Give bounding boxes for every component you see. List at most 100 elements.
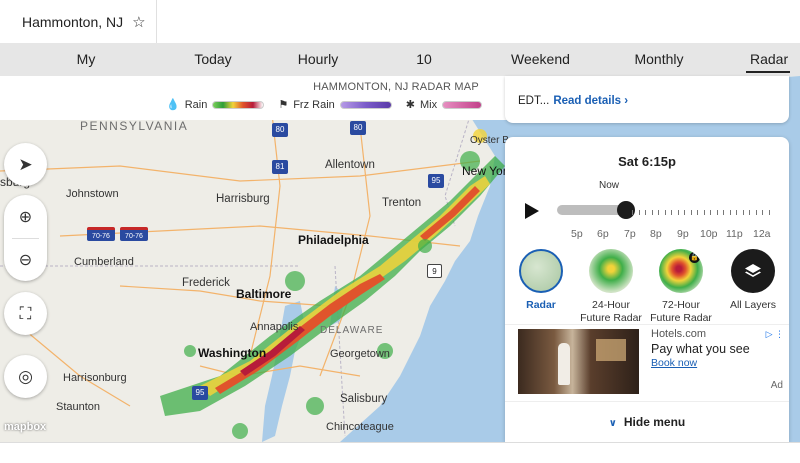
timeline-tick [671,210,672,215]
map-label-city: Frederick [182,277,230,289]
navigation-arrow-icon: ➤ [18,154,33,174]
timeline-tick [645,210,646,215]
hour-label: 8p [650,228,662,240]
timeline-tick [768,210,770,215]
timeline-progress [557,205,626,215]
legend-item-frz-rain: ⚑ Frz Rain [278,98,392,111]
radar-panel: Sat 6:15p Now 5p 6p 7p 8p 9p 10p 11p 12a… [505,137,789,442]
alert-snippet: EDT... [518,95,550,107]
timeline-tick [742,210,744,215]
future-radar-24-thumbnail [589,249,633,293]
timeline-title: Sat 6:15p [618,154,676,169]
star-outline-icon[interactable]: ☆ [132,13,145,31]
nav-item-10-day[interactable]: 10 Day [402,43,446,100]
zoom-in-button[interactable]: ⊕ [4,195,47,238]
future-radar-72-thumbnail: 🔒 [659,249,703,293]
timeline-tick [710,210,711,215]
hour-label: 12a [753,228,771,240]
lock-icon: 🔒 [689,252,700,263]
chevron-down-icon: ∨ [608,418,617,429]
layer-label: All Layers [729,299,777,311]
radar-thumbnail [519,249,563,293]
timeline-tick [677,210,679,215]
layer-all-layers[interactable]: All Layers [718,249,788,312]
mix-icon: ✱ [405,99,415,111]
map-label-city: Harrisburg [216,193,270,205]
fullscreen-button[interactable]: ⛶ [4,292,47,335]
timeline-tick [749,210,750,215]
layer-24-hour-future-radar[interactable]: 24-Hour Future Radar [576,249,646,325]
timeline-tick [684,210,685,215]
map-label-state: PENNSYLVANIA [80,119,189,133]
map-label-city: Baltimore [236,287,292,301]
frz-rain-gradient [339,100,392,109]
timeline-tick [697,210,698,215]
map-label-city: Harrisonburg [63,372,127,384]
legend-label: Mix [419,98,438,111]
timeline-tick [658,210,659,215]
legend-row: 💧 Rain ⚑ Frz Rain ✱ Mix [166,98,496,111]
map-label-city: Chincoteague [326,421,394,433]
zoom-in-icon: ⊕ [18,208,33,226]
nav-item-weekend[interactable]: Weekend [511,43,570,76]
highway-shield: 95 [428,174,444,188]
map-label-city: Salisbury [340,393,388,405]
map-label-city: Philadelphia [298,233,369,247]
nav-item-monthly[interactable]: Monthly [634,43,684,76]
map-label-city: Georgetown [330,348,390,360]
highway-shield: 81 [272,160,288,174]
mix-gradient [442,100,483,109]
layer-radar[interactable]: Radar [506,249,576,312]
hour-label: 5p [571,228,583,240]
map-label-city: Johnstown [66,188,119,200]
timeline-tick [729,210,731,215]
legend-item-mix: ✱ Mix [405,98,483,111]
ad-image [518,329,639,394]
timeline-slider[interactable] [557,201,771,219]
legend-label: Frz Rain [293,98,335,111]
highway-shield: 80 [350,121,366,135]
highway-shield: 70-76 [120,227,148,241]
legend-label: Rain [184,98,208,111]
target-add-icon: ◎ [18,366,33,386]
fullscreen-icon: ⛶ [19,303,32,323]
highway-shield: 9 [427,264,442,278]
layer-label: 24-Hour Future Radar [580,299,642,324]
ad-cta-link[interactable]: Book now [651,357,697,369]
timeline-tick [690,210,692,215]
timeline-tick [664,210,666,215]
locate-button[interactable]: ➤ [4,143,47,186]
main-nav: My Dashboard Today Hourly 10 Day Weekend… [0,43,800,100]
top-bar: Hammonton, NJ ☆ [0,0,800,43]
legend-item-rain: 💧 Rain [166,98,265,111]
ad-title: Pay what you see [651,342,750,356]
zoom-out-button[interactable]: ⊖ [4,238,47,281]
mapbox-attribution[interactable]: mapbox [4,421,46,433]
timeline-tick [762,210,763,215]
location-selector[interactable]: Hammonton, NJ ☆ [0,0,157,43]
timeline-tick [651,210,653,215]
play-icon[interactable] [525,203,539,219]
ad-brand: Hotels.com [651,328,707,340]
hide-menu-button[interactable]: ∨ Hide menu [505,401,789,442]
layer-72-hour-future-radar[interactable]: 🔒 72-Hour Future Radar [646,249,716,325]
nav-item-hourly[interactable]: Hourly [296,43,340,76]
read-details-link[interactable]: Read details › [553,95,628,107]
bottom-edge [0,442,800,463]
map-label-city: Trenton [382,197,422,209]
layers-icon [745,264,761,277]
target-button[interactable]: ◎ [4,355,47,398]
ad-unit[interactable]: Hotels.com Pay what you see Book now ▷ ⋮… [505,324,789,397]
nav-item-radar[interactable]: Radar [746,43,790,76]
freezing-rain-icon: ⚑ [278,99,289,111]
adchoices-icon[interactable]: ▷ ⋮ [766,329,784,340]
highway-shield: 95 [192,386,208,400]
nav-item-my-dashboard[interactable]: My Dashboard [43,43,129,100]
radar-legend: HAMMONTON, NJ RADAR MAP 💧 Rain ⚑ Frz Rai… [0,76,508,120]
map-label-state: DELAWARE [320,325,384,336]
nav-item-today[interactable]: Today [190,43,236,76]
map-label-city: Annapolis [250,321,299,333]
timeline-tick [703,210,705,215]
read-details-label: Read details [553,95,622,107]
hour-label: 11p [726,228,743,240]
